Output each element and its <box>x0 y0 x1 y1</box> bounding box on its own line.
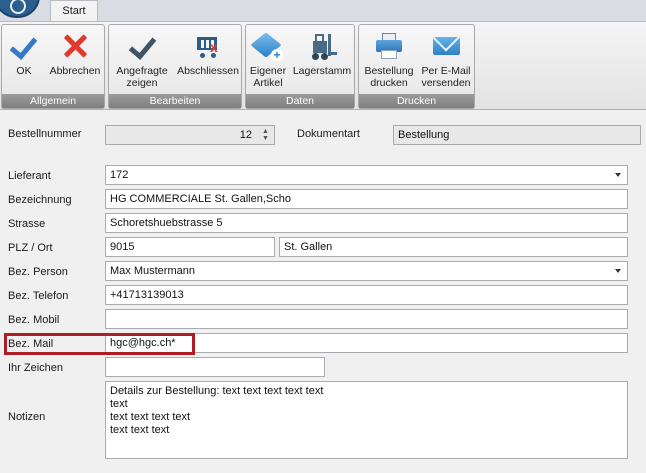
bestellnummer-field[interactable]: 12 ▲ ▼ <box>105 125 275 145</box>
ribbon-group-daten: + Eigener Artikel Lagerstamm Daten <box>245 24 355 109</box>
mail-icon <box>431 31 461 61</box>
cart-remove-icon: x <box>193 31 223 61</box>
strasse-value: Schoretshuebstrasse 5 <box>110 217 223 229</box>
bestellung-drucken-line2: drucken <box>370 77 408 89</box>
strasse-field[interactable]: Schoretshuebstrasse 5 <box>105 213 628 233</box>
order-form: Bestellnummer 12 ▲ ▼ Dokumentart Bestellu… <box>0 110 646 473</box>
bez-telefon-value: +41713139013 <box>110 289 184 301</box>
ribbon-group-drucken: Bestellung drucken Per E-Mail versenden … <box>358 24 475 109</box>
plz-ort-label: PLZ / Ort <box>8 242 53 254</box>
app-logo-icon <box>10 0 26 14</box>
email-versenden-button[interactable]: Per E-Mail versenden <box>418 25 474 95</box>
notizen-textarea[interactable]: Details zur Bestellung: text text text t… <box>105 381 628 459</box>
ort-value: St. Gallen <box>284 241 333 253</box>
bez-telefon-field[interactable]: +41713139013 <box>105 285 628 305</box>
ihr-zeichen-field[interactable] <box>105 357 325 377</box>
group-label-allgemein: Allgemein <box>2 94 104 108</box>
chevron-down-icon[interactable] <box>615 269 621 273</box>
mail-highlight-box <box>4 333 195 355</box>
group-label-bearbeiten: Bearbeiten <box>109 94 241 108</box>
close-icon <box>60 31 90 61</box>
bestellung-drucken-button[interactable]: Bestellung drucken <box>360 25 418 95</box>
checkmark-dark-icon <box>127 31 157 61</box>
ribbon-group-allgemein: OK Abbrechen Allgemein <box>1 24 105 109</box>
strasse-label: Strasse <box>8 218 46 230</box>
lagerstamm-button[interactable]: Lagerstamm <box>290 25 354 95</box>
bez-telefon-label: Bez. Telefon <box>8 290 69 302</box>
email-versenden-line2: versenden <box>421 77 471 89</box>
chevron-down-icon[interactable] <box>615 173 621 177</box>
eigener-artikel-line2: Artikel <box>253 77 283 89</box>
bezeichnung-value: HG COMMERCIALE St. Gallen,Scho <box>110 193 291 205</box>
dokumentart-field: Bestellung <box>393 125 641 145</box>
bez-mobil-label: Bez. Mobil <box>8 314 60 326</box>
lagerstamm-label: Lagerstamm <box>292 65 352 77</box>
ribbon-group-bearbeiten: Angefragte zeigen x Abschliessen Bearbei… <box>108 24 242 109</box>
angefragte-label-line1: Angefragte <box>116 65 168 77</box>
bez-person-dropdown[interactable]: Max Mustermann <box>105 261 628 281</box>
checkmark-icon <box>9 31 39 61</box>
spinner-arrows-icon[interactable]: ▲ ▼ <box>262 128 269 142</box>
plz-field[interactable]: 9015 <box>105 237 275 257</box>
forklift-icon <box>307 31 337 61</box>
bez-mobil-field[interactable] <box>105 309 628 329</box>
lieferant-value: 172 <box>110 169 129 181</box>
bestellnummer-value: 12 <box>239 129 252 141</box>
add-article-icon: + <box>250 31 283 61</box>
plz-value: 9015 <box>110 241 135 253</box>
bez-person-label: Bez. Person <box>8 266 68 278</box>
angefragte-zeigen-button[interactable]: Angefragte zeigen <box>111 25 173 95</box>
group-label-drucken: Drucken <box>359 94 474 108</box>
group-label-daten: Daten <box>246 94 354 108</box>
abschliessen-label: Abschliessen <box>177 65 239 77</box>
abschliessen-button[interactable]: x Abschliessen <box>175 25 241 95</box>
bestellnummer-label: Bestellnummer <box>8 128 82 140</box>
printer-icon <box>374 31 404 61</box>
eigener-artikel-line1: Eigener <box>249 65 287 77</box>
lieferant-dropdown[interactable]: 172 <box>105 165 628 185</box>
dokumentart-value: Bestellung <box>398 129 450 141</box>
abbrechen-button[interactable]: Abbrechen <box>46 25 104 95</box>
app-menu-button[interactable] <box>0 0 40 18</box>
bez-person-value: Max Mustermann <box>110 265 195 277</box>
ort-field[interactable]: St. Gallen <box>279 237 628 257</box>
ok-button[interactable]: OK <box>4 25 44 95</box>
tab-start[interactable]: Start <box>50 0 98 21</box>
abbrechen-label: Abbrechen <box>49 65 101 77</box>
dokumentart-label: Dokumentart <box>297 128 360 140</box>
notizen-label: Notizen <box>8 411 46 423</box>
title-strip: Start <box>0 0 646 21</box>
email-versenden-line1: Per E-Mail <box>421 65 471 77</box>
ribbon: OK Abbrechen Allgemein Angefragte zeigen… <box>0 21 646 110</box>
ok-label: OK <box>16 65 32 77</box>
lieferant-label: Lieferant <box>8 170 51 182</box>
bezeichnung-field[interactable]: HG COMMERCIALE St. Gallen,Scho <box>105 189 628 209</box>
ihr-zeichen-label: Ihr Zeichen <box>8 362 64 374</box>
angefragte-label-line2: zeigen <box>126 77 158 89</box>
eigener-artikel-button[interactable]: + Eigener Artikel <box>246 25 290 95</box>
bezeichnung-label: Bezeichnung <box>8 194 72 206</box>
bestellung-drucken-line1: Bestellung <box>364 65 414 77</box>
